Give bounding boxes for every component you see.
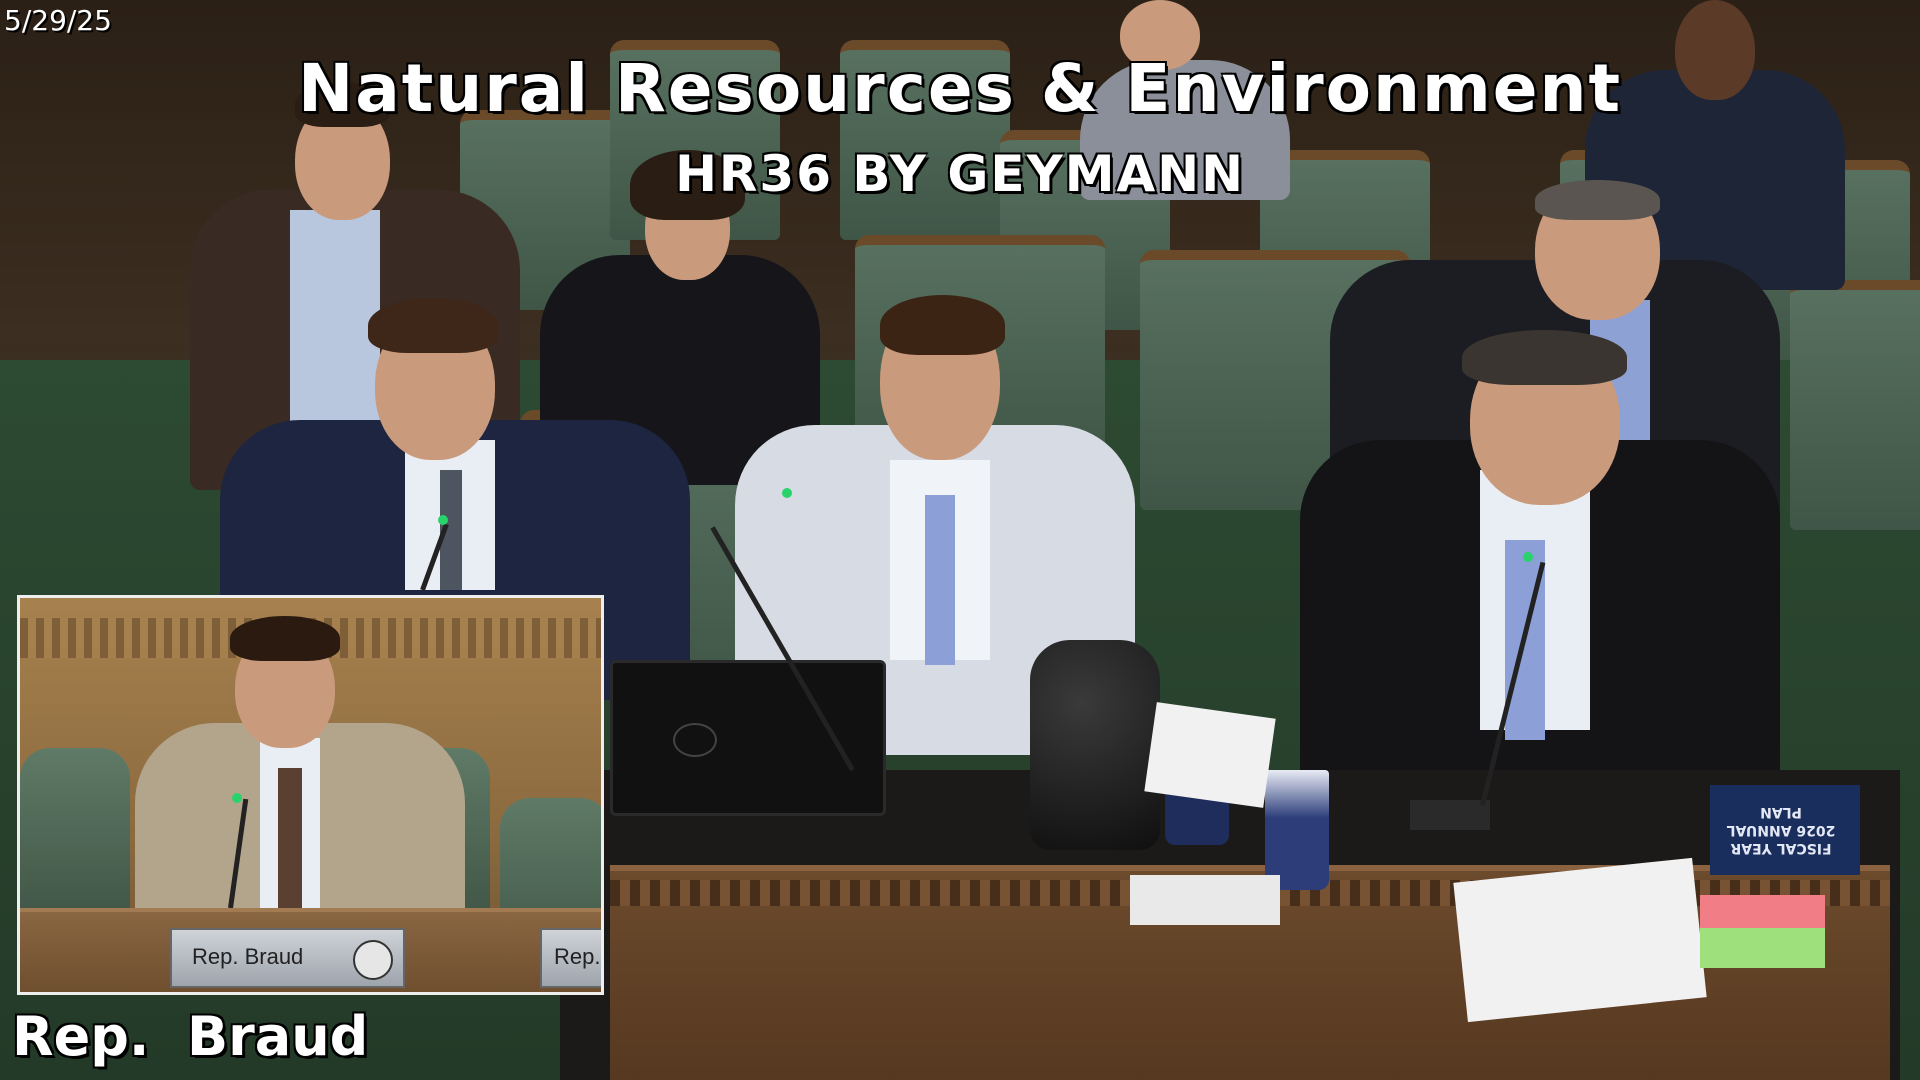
witness-nameplate [1410, 800, 1490, 830]
microphone-light-icon [1523, 552, 1533, 562]
inset-nameplate: Rep. Braud [170, 928, 405, 988]
broadcast-date: 5/29/25 [4, 4, 112, 37]
bill-title: HR36 BY GEYMANN [675, 145, 1245, 203]
papers [1453, 857, 1707, 1023]
report-title: FISCAL YEAR 2026 ANNUAL PLAN [1726, 804, 1836, 856]
laptop-logo-icon [673, 723, 717, 757]
laptop [610, 660, 886, 816]
inset-nameplate-partial-text: Rep. [554, 944, 601, 969]
papers [1144, 702, 1276, 808]
inset-nameplate-partial: Rep. [540, 928, 601, 988]
microphone-light-icon [782, 488, 792, 498]
committee-title: Natural Resources & Environment [297, 50, 1623, 127]
green-notepad [1700, 928, 1825, 968]
microphone-light-icon [438, 515, 448, 525]
napkin [1130, 875, 1280, 925]
state-seal-icon [353, 940, 393, 980]
speaker-inset: Rep. Braud Rep. [17, 595, 604, 995]
cup [1265, 770, 1329, 890]
inset-nameplate-text: Rep. Braud [192, 944, 304, 969]
inset-chair [20, 748, 130, 918]
speaker-caption: Rep. Braud [12, 1005, 369, 1068]
water-pitcher [1030, 640, 1160, 850]
gallery-chair [1790, 280, 1920, 530]
fiscal-plan-report: FISCAL YEAR 2026 ANNUAL PLAN [1710, 785, 1860, 875]
microphone-light-icon [232, 793, 242, 803]
